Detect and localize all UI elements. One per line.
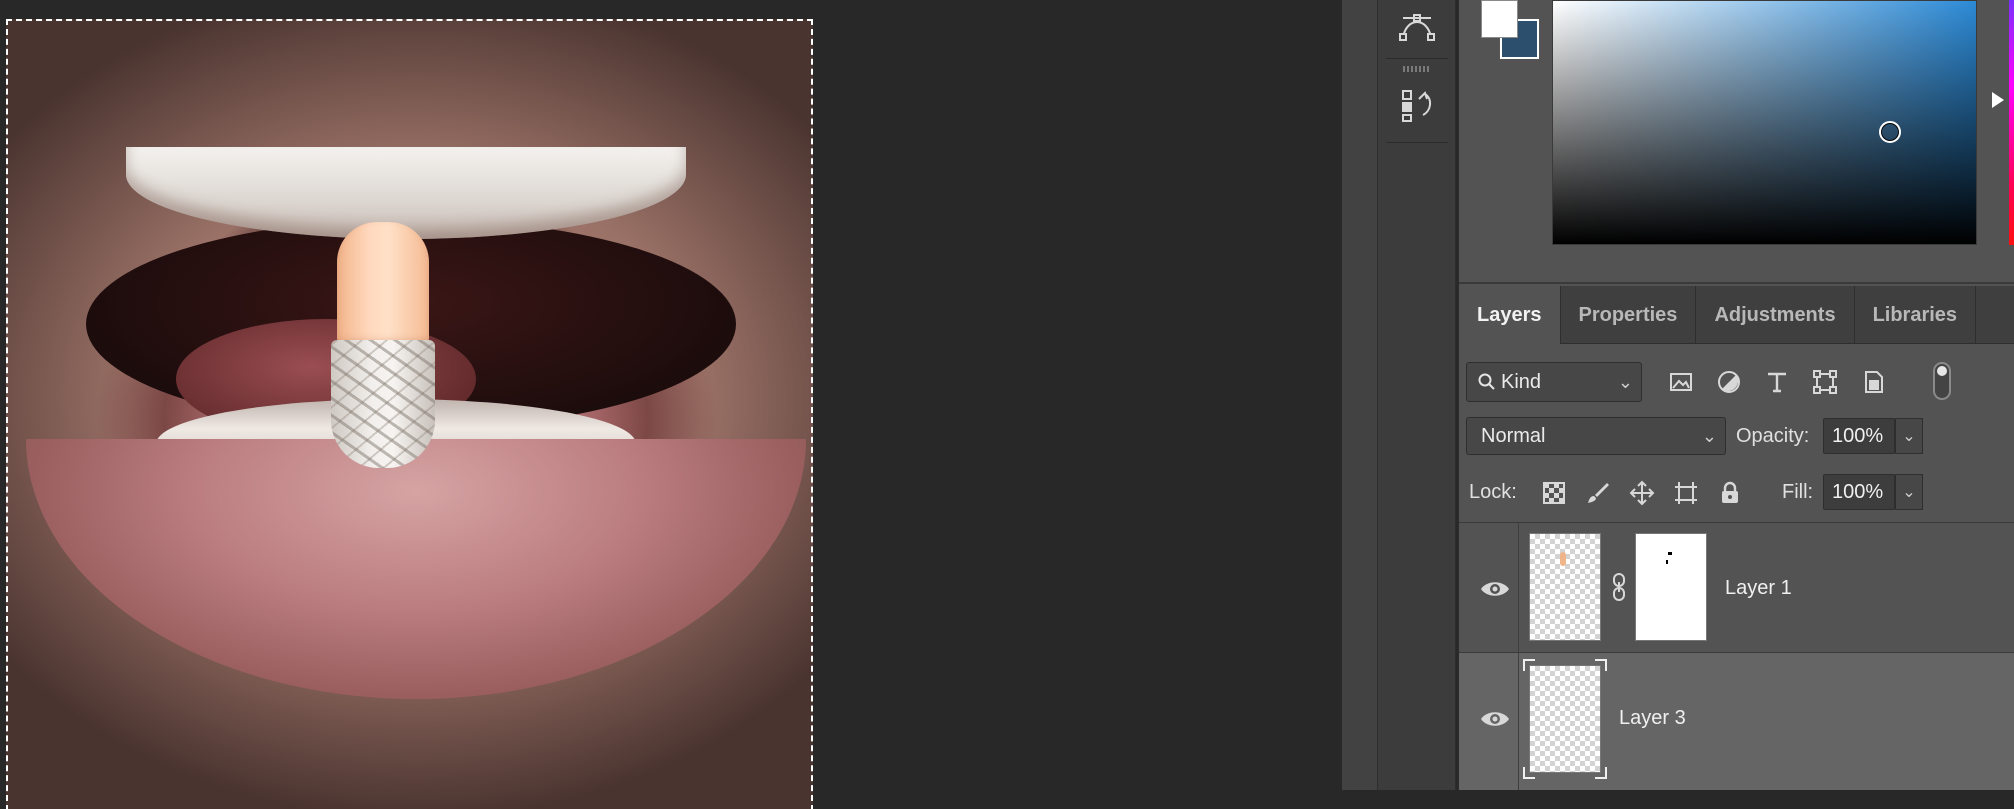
filter-kind-dropdown[interactable]: Kind ⌄ — [1466, 362, 1642, 402]
tab-libraries[interactable]: Libraries — [1855, 286, 1977, 344]
chevron-down-icon: ⌄ — [1617, 372, 1633, 392]
foreground-color-swatch[interactable] — [1481, 0, 1518, 38]
canvas-area[interactable] — [0, 0, 1342, 809]
selection-corner — [1523, 659, 1535, 671]
color-panel — [1459, 0, 2014, 284]
adjustment-filter-icon[interactable] — [1713, 366, 1745, 398]
color-picker-field[interactable] — [1552, 0, 1977, 245]
fill-field[interactable]: 100% — [1823, 474, 1895, 510]
history-icon[interactable] — [1386, 80, 1448, 130]
type-filter-icon[interactable] — [1761, 366, 1793, 398]
color-picker-marker[interactable] — [1879, 121, 1901, 143]
panel-tab-bar: Layers Properties Adjustments Libraries — [1459, 286, 2014, 344]
smart-object-filter-icon[interactable] — [1857, 366, 1889, 398]
tab-layers[interactable]: Layers — [1459, 286, 1561, 344]
layer-row-selected[interactable]: Layer 3 — [1459, 652, 2014, 790]
right-panels: Layers Properties Adjustments Libraries … — [1457, 0, 2014, 790]
opacity-dropdown-button[interactable]: ⌄ — [1895, 418, 1923, 454]
shape-filter-icon[interactable] — [1809, 366, 1841, 398]
blend-mode-value: Normal — [1481, 424, 1546, 447]
lock-transparent-pixels-icon[interactable] — [1539, 478, 1569, 508]
strip-separator — [1386, 58, 1448, 59]
opacity-label: Opacity: — [1736, 425, 1810, 447]
selection-corner — [1595, 767, 1607, 779]
image-filter-icon[interactable] — [1665, 366, 1697, 398]
pen-path-icon[interactable] — [1386, 2, 1448, 52]
layer-thumbnail[interactable] — [1529, 533, 1601, 641]
chevron-down-icon: ⌄ — [1701, 426, 1717, 446]
tab-properties[interactable]: Properties — [1561, 286, 1697, 344]
document-image[interactable] — [6, 19, 813, 809]
lock-artboard-icon[interactable] — [1671, 478, 1701, 508]
layer-thumbnail[interactable] — [1529, 665, 1601, 773]
lock-label: Lock: — [1469, 481, 1517, 503]
lock-position-icon[interactable] — [1627, 478, 1657, 508]
eye-icon[interactable] — [1479, 577, 1511, 601]
dock-divider[interactable] — [1342, 0, 1378, 790]
blend-mode-dropdown[interactable]: Normal ⌄ — [1466, 417, 1726, 455]
strip-grip[interactable] — [1403, 66, 1431, 72]
fill-dropdown-button[interactable]: ⌄ — [1895, 474, 1923, 510]
lock-all-icon[interactable] — [1715, 478, 1745, 508]
selection-corner — [1595, 659, 1607, 671]
layer-name[interactable]: Layer 1 — [1725, 577, 1792, 600]
layer-name[interactable]: Layer 3 — [1619, 707, 1686, 730]
filter-toggle-switch[interactable] — [1933, 362, 1951, 400]
lock-image-pixels-icon[interactable] — [1583, 478, 1613, 508]
capsule-pill — [331, 222, 435, 468]
capsule-bottom-half — [331, 340, 435, 468]
capsule-top-half — [337, 222, 429, 344]
hue-slider-arrow[interactable] — [1992, 92, 2004, 108]
filter-kind-label: Kind — [1501, 370, 1542, 393]
layers-panel: Layers Properties Adjustments Libraries … — [1459, 286, 2014, 790]
link-chain-icon[interactable] — [1611, 571, 1627, 603]
strip-separator — [1386, 142, 1448, 143]
lower-lip — [26, 439, 806, 699]
selection-corner — [1523, 767, 1535, 779]
fill-label: Fill: — [1782, 481, 1814, 503]
tab-adjustments[interactable]: Adjustments — [1696, 286, 1855, 344]
eye-icon[interactable] — [1479, 707, 1511, 731]
panel-icon-strip — [1378, 0, 1456, 790]
hue-slider[interactable] — [2009, 0, 2014, 245]
layer-mask-thumbnail[interactable] — [1635, 533, 1707, 641]
search-icon — [1478, 373, 1495, 390]
opacity-field[interactable]: 100% — [1823, 418, 1895, 454]
layer-row[interactable]: Layer 1 — [1459, 522, 2014, 652]
